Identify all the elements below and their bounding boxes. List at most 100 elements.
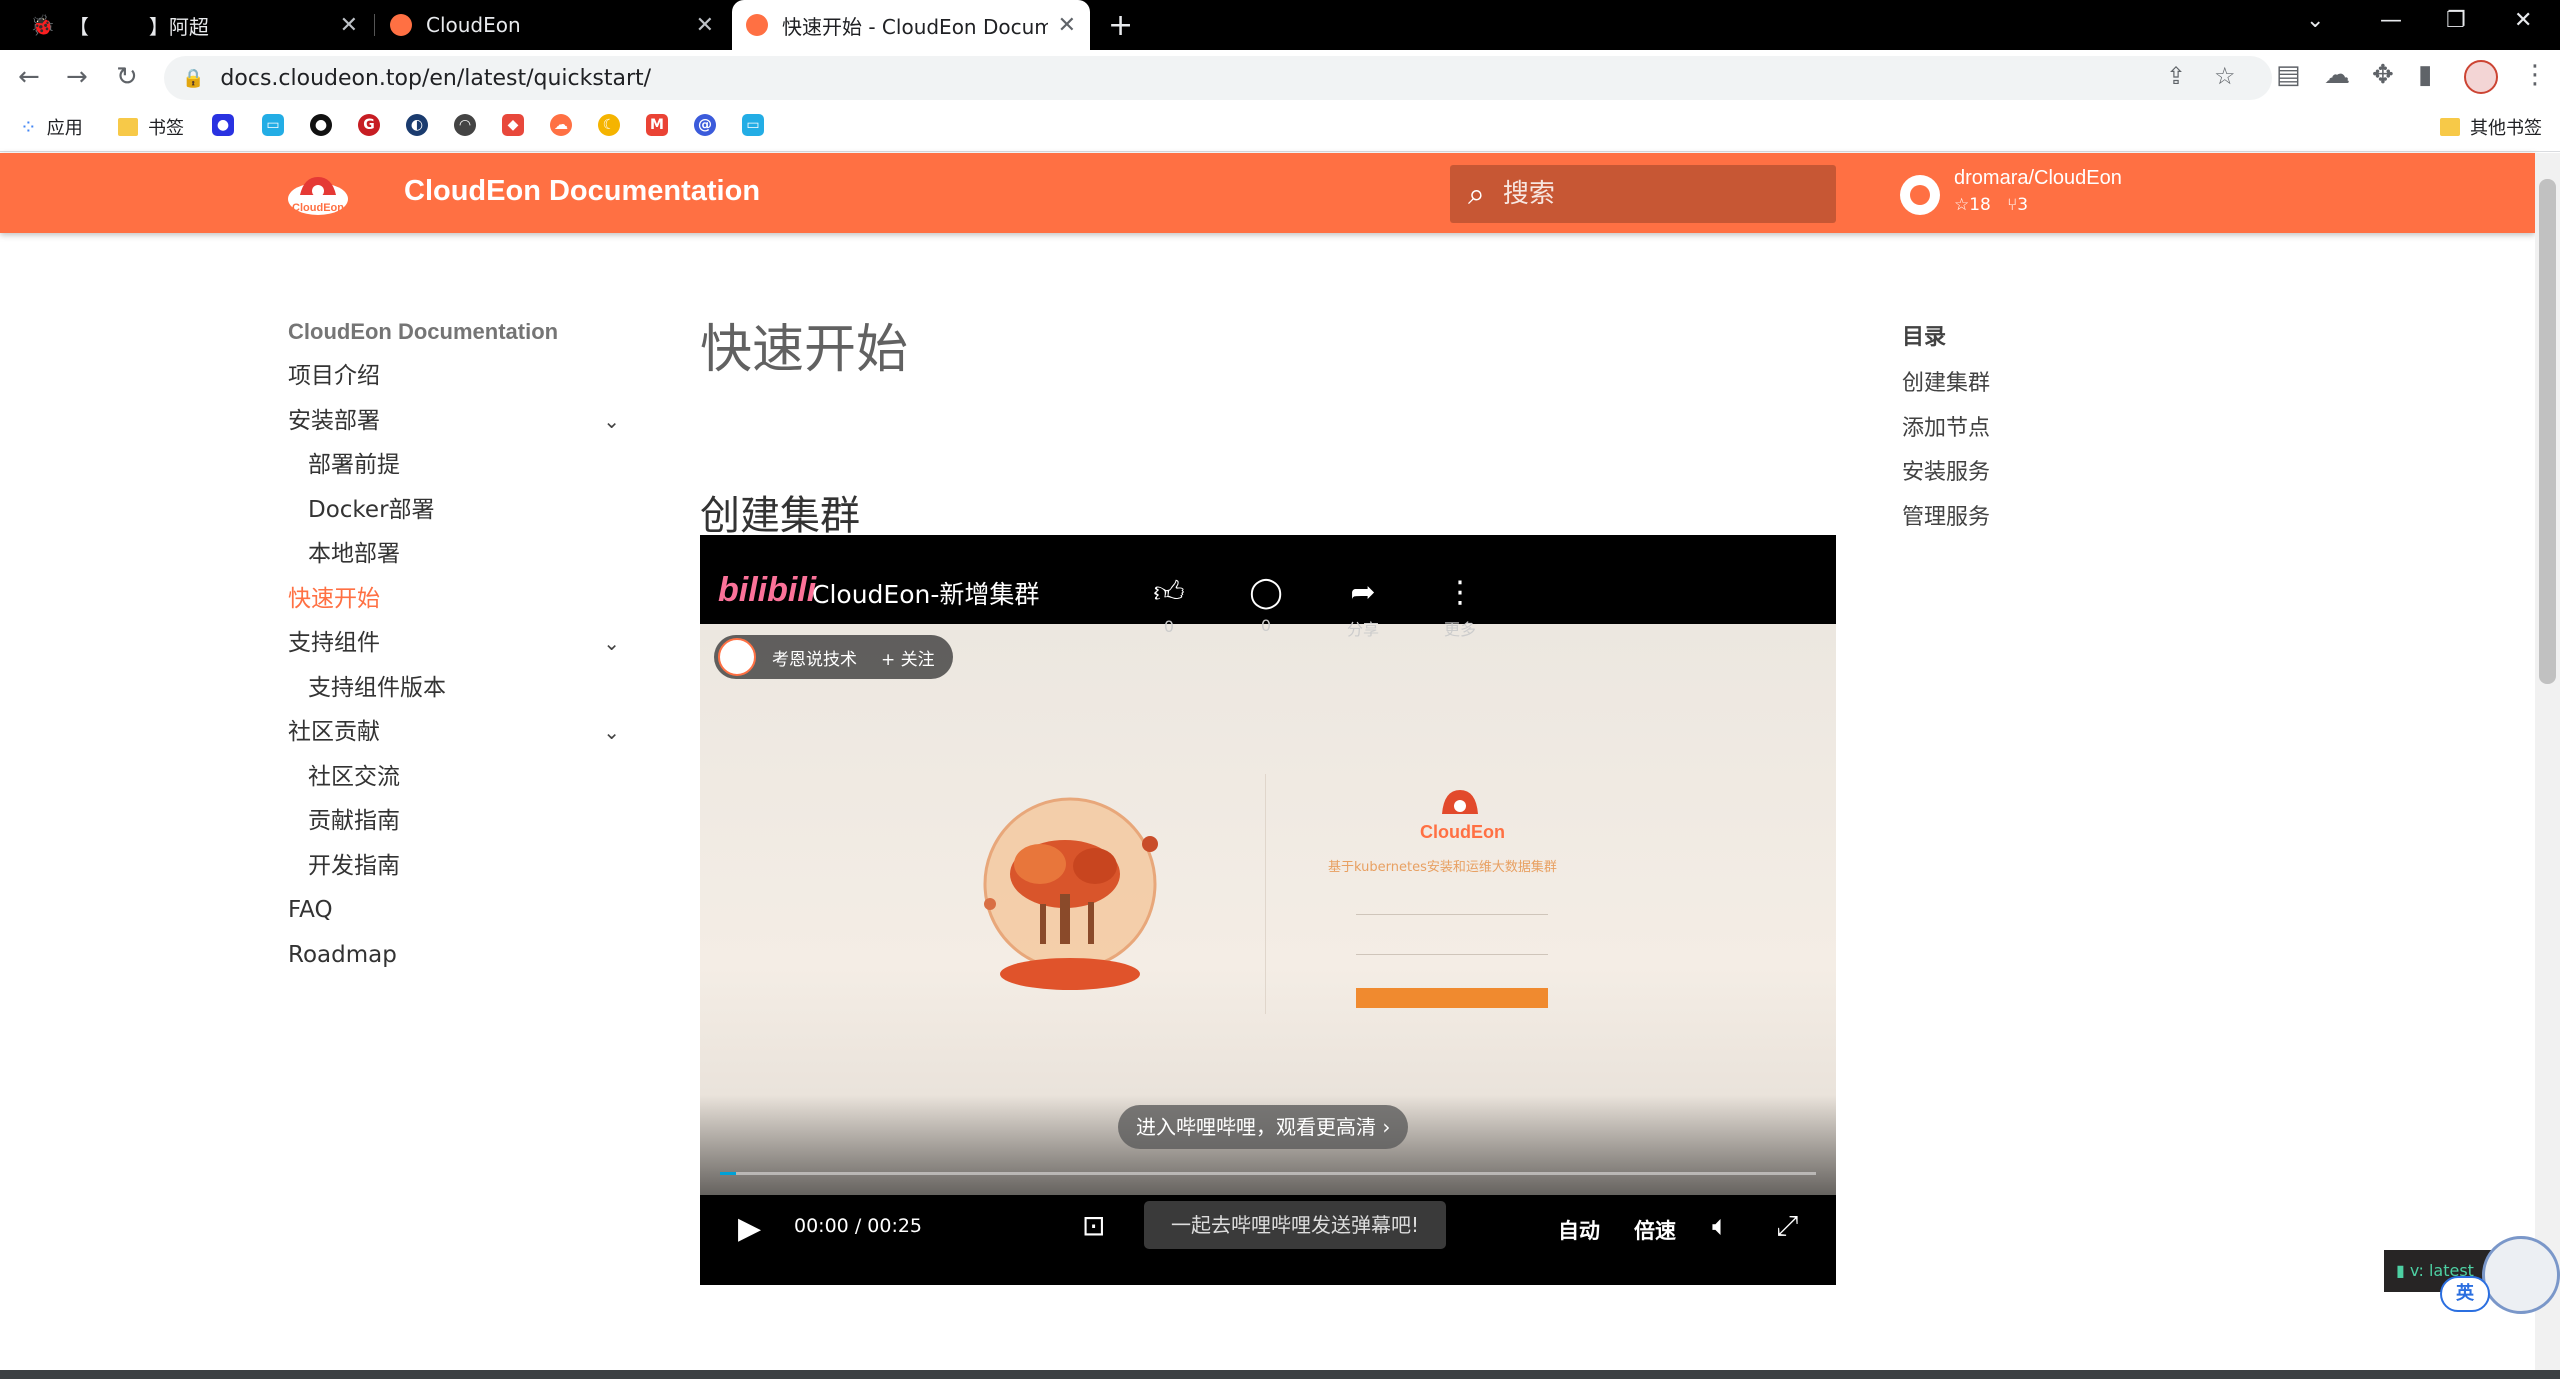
- site-title[interactable]: CloudEon Documentation: [404, 175, 760, 208]
- time-separator: /: [854, 1215, 862, 1237]
- restore-icon[interactable]: ❐: [2446, 8, 2466, 33]
- toc-item-create-cluster[interactable]: 创建集群: [1902, 362, 2162, 407]
- search-box[interactable]: ⌕: [1450, 165, 1836, 223]
- ime-indicator[interactable]: 英: [2440, 1276, 2490, 1312]
- toc-item-install-service[interactable]: 安装服务: [1902, 451, 2162, 496]
- minimize-icon[interactable]: —: [2380, 8, 2402, 33]
- sidebar-item-dev-guide[interactable]: 开发指南: [288, 844, 628, 889]
- comment-action[interactable]: ◯ 0: [1236, 575, 1296, 635]
- bilibili-video-player[interactable]: CloudEon 基于kubernetes安装和运维大数据集群 bilibili…: [700, 535, 1836, 1285]
- time-display: 00:00 / 00:25: [794, 1215, 922, 1237]
- video-progress-bar[interactable]: [720, 1172, 1816, 1175]
- bookmark-github[interactable]: ●: [310, 114, 340, 136]
- sidebar-item-docker[interactable]: Docker部署: [288, 488, 628, 533]
- share-action[interactable]: ➦ 分享: [1333, 575, 1393, 640]
- forward-arrow-icon[interactable]: →: [66, 62, 88, 92]
- side-panel-icon[interactable]: ▮: [2418, 60, 2432, 90]
- like-action[interactable]: 👍︎ 0: [1139, 575, 1199, 636]
- open-bilibili-hd-button[interactable]: 进入哔哩哔哩，观看更高清 ›: [1118, 1105, 1409, 1149]
- danmaku-input[interactable]: 一起去哔哩哔哩发送弹幕吧!: [1144, 1201, 1446, 1249]
- apps-bookmark[interactable]: ⁘ 应用: [20, 114, 83, 140]
- sidebar-item-local[interactable]: 本地部署: [288, 532, 628, 577]
- sidebar-item-quickstart[interactable]: 快速开始: [288, 577, 628, 622]
- sidebar-title[interactable]: CloudEon Documentation: [288, 310, 628, 354]
- scrollbar-thumb[interactable]: [2539, 179, 2556, 684]
- video-title[interactable]: CloudEon-新增集群: [812, 575, 1039, 611]
- sidebar-item-faq[interactable]: FAQ: [288, 888, 628, 933]
- bilibili-logo[interactable]: bilibili: [718, 571, 816, 610]
- sidebar-item-install[interactable]: 安装部署 ⌄: [288, 399, 628, 444]
- extension-cloud-icon[interactable]: ☁: [2324, 60, 2350, 90]
- chevron-down-icon[interactable]: ⌄: [603, 710, 620, 755]
- lock-icon[interactable]: 🔒: [182, 68, 204, 89]
- github-icon: ●: [310, 114, 332, 136]
- bookmark-baidu[interactable]: ●: [212, 114, 242, 136]
- site-logo[interactable]: CloudEon: [286, 169, 350, 217]
- sidebar-item-community[interactable]: 社区贡献 ⌄: [288, 710, 628, 755]
- bookmark-site-c[interactable]: ◆: [502, 114, 532, 136]
- sidebar-item-prerequisites[interactable]: 部署前提: [288, 443, 628, 488]
- section-heading: 创建集群: [700, 493, 860, 540]
- close-window-icon[interactable]: ✕: [2514, 8, 2532, 33]
- speed-button[interactable]: 倍速: [1634, 1215, 1676, 1245]
- site-face-icon: ◠: [454, 114, 476, 136]
- search-input[interactable]: [1500, 178, 1801, 210]
- bookmark-bilibili[interactable]: ▭: [262, 114, 292, 136]
- share-page-icon[interactable]: ⇪: [2166, 62, 2186, 90]
- sidebar-item-components[interactable]: 支持组件 ⌄: [288, 621, 628, 666]
- sidebar-item-roadmap[interactable]: Roadmap: [288, 933, 628, 978]
- profile-avatar[interactable]: [2464, 60, 2498, 94]
- sidebar-item-intro[interactable]: 项目介绍: [288, 354, 628, 399]
- close-icon[interactable]: ✕: [340, 13, 358, 38]
- bookmark-site-d[interactable]: ☾: [598, 114, 628, 136]
- bookmark-star-icon[interactable]: ☆: [2214, 62, 2236, 90]
- back-arrow-icon[interactable]: ←: [18, 62, 40, 92]
- close-icon[interactable]: ✕: [1058, 13, 1076, 38]
- new-tab-plus-icon[interactable]: +: [1108, 8, 1133, 43]
- danmaku-toggle-icon[interactable]: ⊡: [1082, 1209, 1105, 1242]
- uploader-badge[interactable]: 考恩说技术 + 关注: [714, 635, 953, 679]
- toc-item-add-node[interactable]: 添加节点: [1902, 407, 2162, 452]
- quality-button[interactable]: 自动: [1558, 1215, 1600, 1245]
- chevron-down-icon[interactable]: ⌄: [603, 399, 620, 444]
- bookmark-cloudeon[interactable]: ☁: [550, 114, 580, 136]
- reload-icon[interactable]: ↻: [116, 62, 138, 92]
- repo-forks: ⑂3: [2007, 195, 2029, 215]
- bookmark-gmail[interactable]: M: [646, 114, 676, 136]
- sidebar-item-community-chat[interactable]: 社区交流: [288, 755, 628, 800]
- sidebar-item-component-versions[interactable]: 支持组件版本: [288, 666, 628, 711]
- bookmark-gitee[interactable]: G: [358, 114, 388, 136]
- tab-title: CloudEon: [426, 13, 521, 37]
- other-bookmarks-folder[interactable]: 其他书签: [2440, 114, 2542, 140]
- menu-kebab-icon[interactable]: ⋮: [2522, 60, 2548, 90]
- chevron-down-icon[interactable]: ⌄: [603, 621, 620, 666]
- bookmark-site-e[interactable]: @: [694, 114, 724, 136]
- fullscreen-icon[interactable]: ⤢: [1776, 1209, 1798, 1243]
- uploader-name: 考恩说技术: [772, 649, 857, 670]
- assistant-avatar[interactable]: [2482, 1236, 2560, 1314]
- progress-fill: [720, 1172, 737, 1175]
- bookmarks-folder[interactable]: 书签: [118, 114, 184, 140]
- sidebar-item-contributing[interactable]: 贡献指南: [288, 799, 628, 844]
- follow-button[interactable]: + 关注: [881, 645, 935, 670]
- more-action[interactable]: ⋮ 更多: [1430, 575, 1490, 640]
- volume-icon[interactable]: 🔈︎: [1712, 1209, 1729, 1243]
- bookmark-site-b[interactable]: ◠: [454, 114, 484, 136]
- close-icon[interactable]: ✕: [696, 13, 714, 38]
- extensions-puzzle-icon[interactable]: ✥: [2372, 60, 2394, 90]
- gmail-icon: M: [646, 114, 668, 136]
- reading-list-icon[interactable]: ▤: [2276, 60, 2301, 90]
- bookmark-site-a[interactable]: ◐: [406, 114, 436, 136]
- browser-toolbar: ← → ↻ 🔒 docs.cloudeon.top/en/latest/quic…: [0, 50, 2560, 106]
- sidebar-item-label: 支持组件: [288, 630, 380, 656]
- browser-tab-1[interactable]: 🐞 【 】阿超 ✕: [16, 0, 372, 50]
- bookmark-bilibili-2[interactable]: ▭: [742, 114, 772, 136]
- browser-tab-3-active[interactable]: 快速开始 - CloudEon Documen ✕: [732, 0, 1090, 50]
- browser-tab-2[interactable]: CloudEon ✕: [376, 0, 728, 50]
- tab-search-chevron-icon[interactable]: ⌄: [2306, 8, 2324, 33]
- address-bar[interactable]: 🔒 docs.cloudeon.top/en/latest/quickstart…: [164, 56, 2272, 100]
- play-icon[interactable]: ▶: [738, 1211, 761, 1246]
- page-scrollbar[interactable]: [2535, 153, 2560, 1379]
- uploader-avatar[interactable]: [718, 638, 756, 676]
- toc-item-manage-service[interactable]: 管理服务: [1902, 496, 2162, 541]
